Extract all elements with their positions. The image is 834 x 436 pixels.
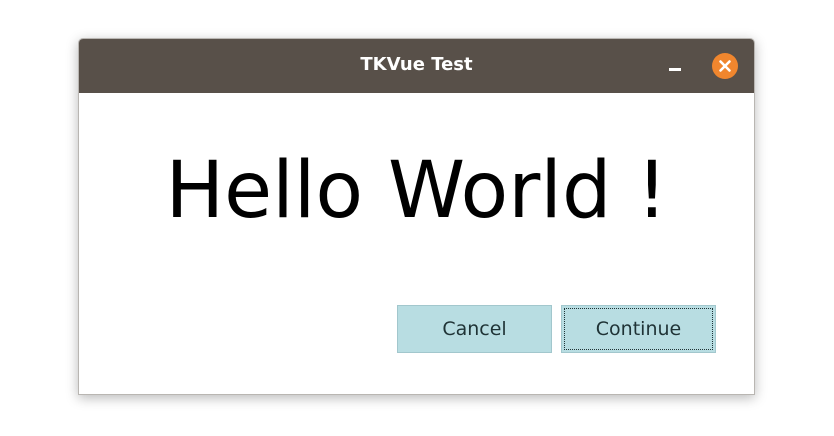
title-bar[interactable]: TKVue Test bbox=[79, 39, 754, 93]
cancel-button[interactable]: Cancel bbox=[397, 305, 552, 353]
continue-button[interactable]: Continue bbox=[561, 305, 716, 353]
minimize-button[interactable] bbox=[663, 53, 689, 79]
close-button[interactable] bbox=[712, 53, 738, 79]
minimize-icon bbox=[669, 68, 681, 71]
window-title: TKVue Test bbox=[360, 54, 473, 75]
continue-button-label: Continue bbox=[595, 318, 682, 340]
hello-heading: Hello World ! bbox=[165, 146, 668, 236]
app-window: TKVue Test Hello World ! Cancel Continue bbox=[78, 38, 755, 395]
close-icon bbox=[719, 60, 731, 72]
